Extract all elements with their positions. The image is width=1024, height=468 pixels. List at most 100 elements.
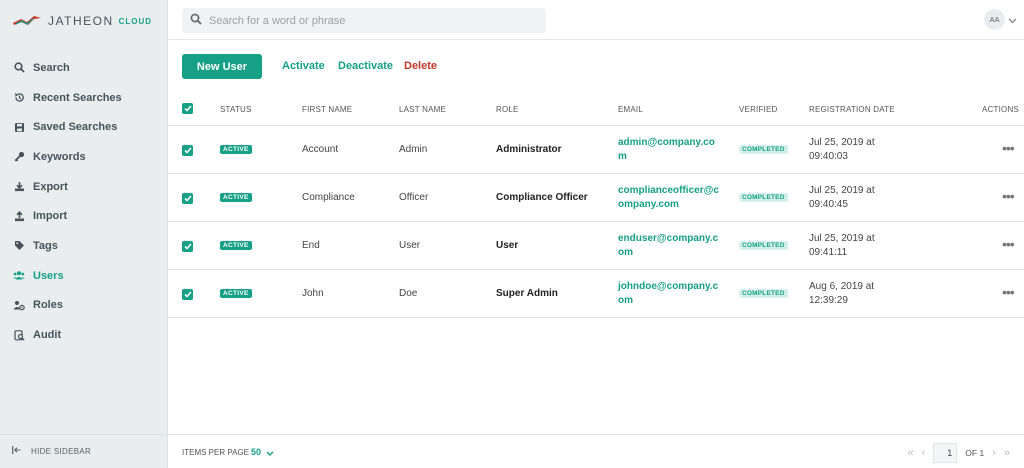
page-count: OF 1: [965, 448, 985, 458]
header-last-name[interactable]: LAST NAME: [399, 105, 446, 114]
status-badge: ACTIVE: [220, 193, 252, 202]
page-number-input[interactable]: 1: [933, 443, 958, 463]
key-icon: [13, 151, 25, 163]
more-actions-icon[interactable]: •••: [1002, 284, 1015, 300]
hide-sidebar-label: HIDE SIDEBAR: [31, 447, 92, 456]
verified-badge: COMPLETED: [739, 241, 788, 250]
last-name: User: [399, 240, 421, 251]
sidebar-item-label: Saved Searches: [33, 121, 118, 134]
role: Super Admin: [496, 288, 558, 299]
new-user-button[interactable]: New User: [182, 54, 262, 79]
sidebar-item-users[interactable]: Users: [0, 261, 168, 291]
more-actions-icon[interactable]: •••: [1002, 236, 1015, 252]
save-icon: [13, 121, 25, 133]
sidebar-nav: Search Recent Searches Saved Searches Ke…: [0, 53, 168, 350]
email-link[interactable]: johndoe@company.com: [618, 280, 722, 308]
prev-page-icon[interactable]: ‹: [922, 447, 926, 459]
pagination: « ‹ 1 OF 1 › »: [904, 443, 1015, 463]
sidebar-item-import[interactable]: Import: [0, 201, 168, 231]
row-checkbox[interactable]: [182, 289, 193, 300]
registration-date: Jul 25, 2019 at 09:41:11: [809, 233, 875, 258]
brand-suffix: CLOUD: [118, 16, 153, 26]
sidebar-item-label: Roles: [33, 299, 63, 312]
sidebar-item-label: Recent Searches: [33, 91, 122, 104]
header-role[interactable]: ROLE: [496, 105, 519, 114]
hide-sidebar-button[interactable]: HIDE SIDEBAR: [0, 434, 168, 468]
sidebar-item-label: Audit: [33, 329, 62, 342]
last-page-icon[interactable]: »: [1004, 447, 1010, 459]
roles-icon: [13, 299, 25, 311]
more-actions-icon[interactable]: •••: [1002, 188, 1015, 204]
sidebar-item-label: Tags: [33, 239, 58, 252]
email-link[interactable]: complianceofficer@company.com: [618, 184, 722, 212]
sidebar-item-saved-searches[interactable]: Saved Searches: [0, 112, 168, 142]
sidebar-item-recent-searches[interactable]: Recent Searches: [0, 83, 168, 113]
registration-date: Jul 25, 2019 at 09:40:03: [809, 137, 875, 162]
history-icon: [13, 92, 25, 104]
header-actions: ACTIONS: [982, 105, 1019, 114]
role: Administrator: [496, 144, 562, 155]
users-icon: [13, 270, 25, 282]
header-first-name[interactable]: FIRST NAME: [302, 105, 352, 114]
header-status[interactable]: STATUS: [220, 105, 252, 114]
role: Compliance Officer: [496, 192, 588, 203]
sidebar-item-label: Import: [33, 210, 68, 223]
search-box: [182, 8, 546, 33]
status-badge: ACTIVE: [220, 145, 252, 154]
search-icon: [190, 13, 202, 28]
sidebar-item-search[interactable]: Search: [0, 53, 168, 83]
last-name: Officer: [399, 192, 429, 203]
chevron-down-icon[interactable]: [266, 448, 274, 460]
table-row[interactable]: ACTIVE Compliance Officer Compliance Off…: [168, 174, 1024, 222]
deactivate-button[interactable]: Deactivate: [338, 60, 393, 72]
audit-icon: [13, 329, 25, 341]
email-link[interactable]: enduser@company.com: [618, 232, 722, 260]
sidebar-item-label: Search: [33, 61, 70, 74]
avatar[interactable]: AA: [984, 9, 1005, 30]
last-name: Doe: [399, 288, 418, 299]
header-verified[interactable]: VERIFIED: [739, 105, 778, 114]
table-row[interactable]: ACTIVE End User User enduser@company.com…: [168, 222, 1024, 270]
row-checkbox[interactable]: [182, 145, 193, 156]
sidebar-item-roles[interactable]: Roles: [0, 291, 168, 321]
items-per-page-label: ITEMS PER PAGE: [182, 448, 249, 457]
items-per-page-select[interactable]: 50: [251, 447, 261, 457]
row-checkbox[interactable]: [182, 241, 193, 252]
jatheon-logo-icon: [13, 16, 41, 25]
table-header: STATUS FIRST NAME LAST NAME ROLE EMAIL V…: [168, 92, 1024, 126]
row-checkbox[interactable]: [182, 193, 193, 204]
delete-button[interactable]: Delete: [404, 60, 437, 72]
table-row[interactable]: ACTIVE Account Admin Administrator admin…: [168, 126, 1024, 174]
users-table: STATUS FIRST NAME LAST NAME ROLE EMAIL V…: [168, 92, 1024, 318]
chevron-down-icon[interactable]: [1008, 15, 1017, 27]
brand-name: JATHEON: [48, 14, 114, 28]
search-input[interactable]: [209, 14, 529, 27]
activate-button[interactable]: Activate: [282, 60, 325, 72]
sidebar-item-audit[interactable]: Audit: [0, 320, 168, 350]
registration-date: Jul 25, 2019 at 09:40:45: [809, 185, 875, 210]
sidebar-item-export[interactable]: Export: [0, 172, 168, 202]
email-link[interactable]: admin@company.com: [618, 136, 722, 164]
import-icon: [13, 210, 25, 222]
search-icon: [13, 62, 25, 74]
first-name: End: [302, 240, 320, 251]
sidebar: JATHEON CLOUD Search Recent Searches Sav…: [0, 0, 168, 468]
header-registration-date[interactable]: REGISTRATION DATE: [809, 105, 895, 114]
last-name: Admin: [399, 144, 428, 155]
registration-date: Aug 6, 2019 at 12:39:29: [809, 281, 875, 306]
sidebar-item-keywords[interactable]: Keywords: [0, 142, 168, 172]
first-name: Compliance: [302, 192, 355, 203]
export-icon: [13, 181, 25, 193]
header-email[interactable]: EMAIL: [618, 105, 643, 114]
role: User: [496, 240, 519, 251]
more-actions-icon[interactable]: •••: [1002, 140, 1015, 156]
sidebar-item-label: Export: [33, 180, 68, 193]
first-name: Account: [302, 144, 339, 155]
next-page-icon[interactable]: ›: [992, 447, 996, 459]
table-row[interactable]: ACTIVE John Doe Super Admin johndoe@comp…: [168, 270, 1024, 318]
status-badge: ACTIVE: [220, 241, 252, 250]
sidebar-item-tags[interactable]: Tags: [0, 231, 168, 261]
status-badge: ACTIVE: [220, 289, 252, 298]
select-all-checkbox[interactable]: [182, 103, 193, 114]
first-page-icon[interactable]: «: [908, 447, 914, 459]
